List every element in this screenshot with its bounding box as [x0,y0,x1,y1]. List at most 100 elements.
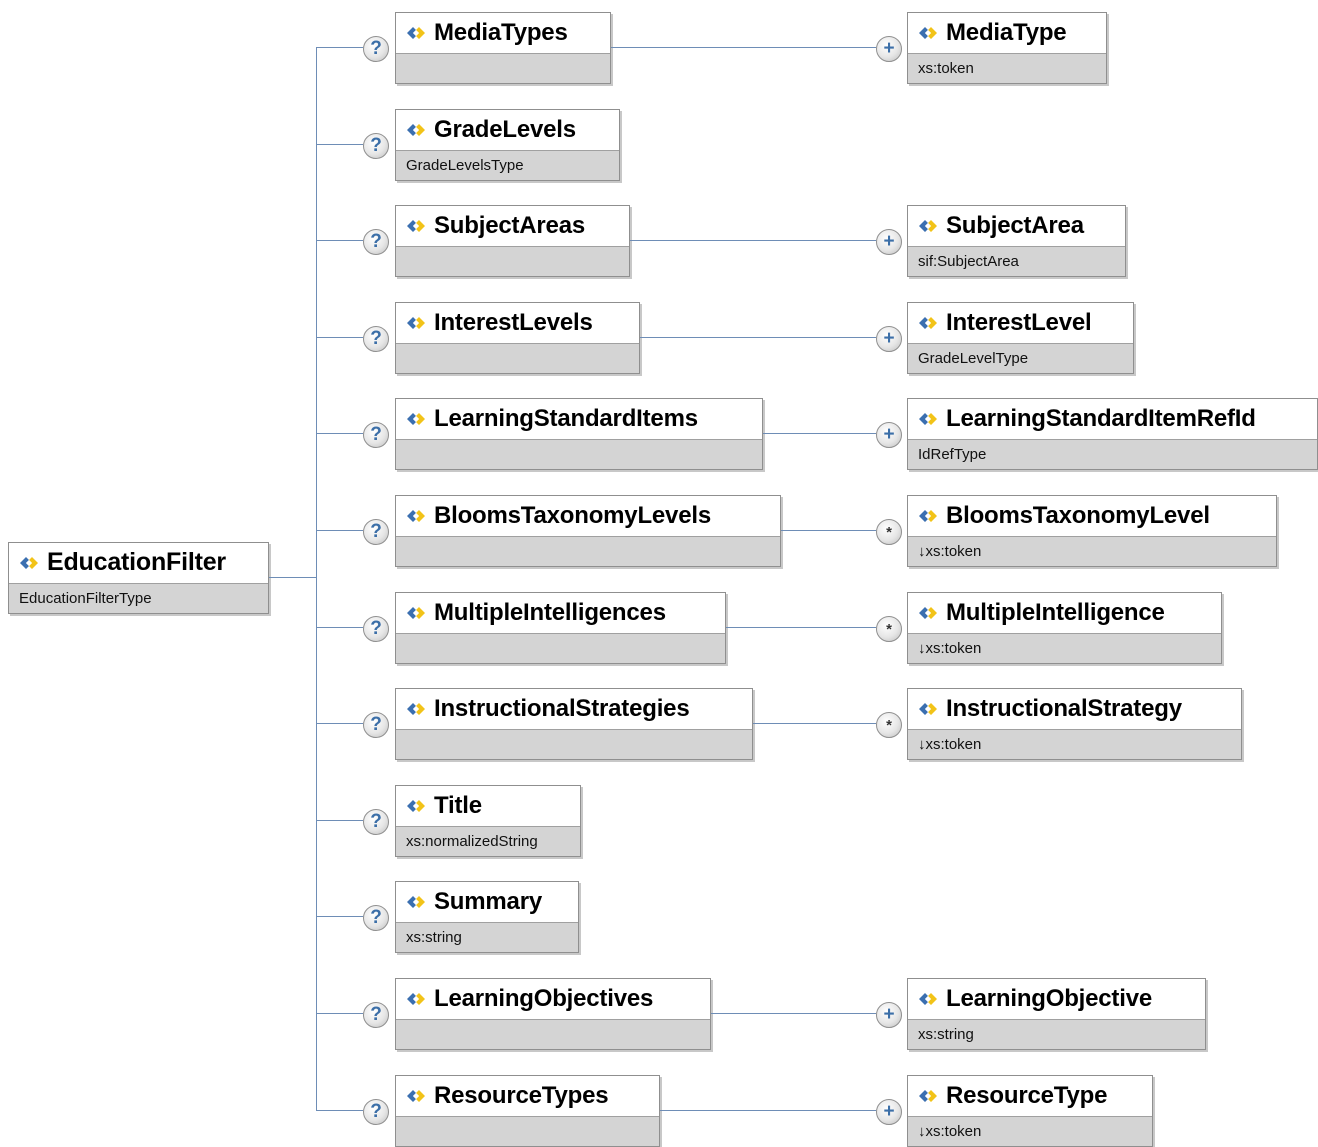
child-element-box[interactable]: MultipleIntelligence ↓xs:token [907,592,1222,664]
question-icon[interactable]: ? [363,229,389,255]
question-icon[interactable]: ? [363,1099,389,1125]
element-name-row: GradeLevels [406,110,613,149]
child-connector [726,627,876,628]
element-box[interactable]: InstructionalStrategies [395,688,753,760]
element-name-row: ResourceTypes [406,1076,653,1115]
element-box[interactable]: LearningObjectives [395,978,711,1050]
branch-connector [316,530,363,531]
child-element-box[interactable]: MediaType xs:token [907,12,1107,84]
element-name-row: BloomsTaxonomyLevels [406,496,774,535]
element-name: BloomsTaxonomyLevel [946,501,1210,529]
plus-icon[interactable]: + [876,422,902,448]
element-box[interactable]: MediaTypes [395,12,611,84]
element-box[interactable]: MultipleIntelligences [395,592,726,664]
star-icon[interactable]: * [876,616,902,642]
question-icon[interactable]: ? [363,326,389,352]
element-box[interactable]: LearningStandardItems [395,398,763,470]
branch-connector [316,433,363,434]
element-type [396,1019,710,1049]
branch-connector [316,47,363,48]
question-icon[interactable]: ? [363,519,389,545]
element-type: xs:token [908,53,1106,83]
child-element-box[interactable]: BloomsTaxonomyLevel ↓xs:token [907,495,1277,567]
element-icon [20,556,38,569]
star-icon[interactable]: * [876,519,902,545]
element-name-row: MediaType [918,13,1100,52]
child-element-box[interactable]: ResourceType ↓xs:token [907,1075,1153,1147]
plus-icon[interactable]: + [876,1002,902,1028]
element-name-row: InstructionalStrategy [918,689,1235,728]
element-icon [407,1089,425,1102]
question-icon[interactable]: ? [363,1002,389,1028]
element-name: LearningObjectives [434,984,654,1012]
child-element-box[interactable]: InterestLevel GradeLevelType [907,302,1134,374]
element-name-row: SubjectAreas [406,206,623,245]
trunk-connector [316,47,317,1111]
element-name-row: MultipleIntelligences [406,593,719,632]
element-type: xs:string [908,1019,1205,1049]
element-type: ↓xs:token [908,633,1221,663]
plus-icon[interactable]: + [876,229,902,255]
question-icon[interactable]: ? [363,616,389,642]
element-name-row: LearningObjectives [406,979,704,1018]
child-connector [781,530,876,531]
element-name: Title [434,791,482,819]
element-name: MediaTypes [434,18,568,46]
element-icon [919,1089,937,1102]
element-name-row: LearningObjective [918,979,1199,1018]
element-name-row: ResourceType [918,1076,1146,1115]
element-type: sif:SubjectArea [908,246,1125,276]
star-icon[interactable]: * [876,712,902,738]
element-box[interactable]: SubjectAreas [395,205,630,277]
branch-connector [316,627,363,628]
element-name: ResourceTypes [434,1081,609,1109]
question-icon[interactable]: ? [363,905,389,931]
element-icon [407,412,425,425]
element-icon [919,702,937,715]
element-name: SubjectAreas [434,211,585,239]
element-box[interactable]: GradeLevels GradeLevelsType [395,109,620,181]
element-icon [407,992,425,1005]
question-icon[interactable]: ? [363,133,389,159]
element-box[interactable]: Title xs:normalizedString [395,785,581,857]
element-name: InterestLevel [946,308,1092,336]
element-type: GradeLevelType [908,343,1133,373]
element-name-row: InstructionalStrategies [406,689,746,728]
element-icon [407,26,425,39]
question-icon[interactable]: ? [363,712,389,738]
element-icon [919,219,937,232]
element-type [396,536,780,566]
element-icon [919,992,937,1005]
child-element-box[interactable]: SubjectArea sif:SubjectArea [907,205,1126,277]
element-name: ResourceType [946,1081,1108,1109]
child-element-box[interactable]: LearningObjective xs:string [907,978,1206,1050]
element-type: ↓xs:token [908,536,1276,566]
element-icon [919,26,937,39]
root-connector [269,577,316,578]
child-element-box[interactable]: InstructionalStrategy ↓xs:token [907,688,1242,760]
plus-icon[interactable]: + [876,36,902,62]
element-type: IdRefType [908,439,1317,469]
element-name: MediaType [946,18,1067,46]
element-name-row: MultipleIntelligence [918,593,1215,632]
question-icon[interactable]: ? [363,809,389,835]
element-name-row: BloomsTaxonomyLevel [918,496,1270,535]
child-element-box[interactable]: LearningStandardItemRefId IdRefType [907,398,1318,470]
question-icon[interactable]: ? [363,36,389,62]
element-name-row: MediaTypes [406,13,604,52]
branch-connector [316,723,363,724]
element-box[interactable]: BloomsTaxonomyLevels [395,495,781,567]
element-icon [919,606,937,619]
element-type [396,246,629,276]
plus-icon[interactable]: + [876,1099,902,1125]
root-element[interactable]: EducationFilter EducationFilterType [8,542,269,614]
element-name-row: EducationFilter [19,543,262,582]
child-connector [763,433,876,434]
element-box[interactable]: Summary xs:string [395,881,579,953]
question-icon[interactable]: ? [363,422,389,448]
element-box[interactable]: ResourceTypes [395,1075,660,1147]
element-name: EducationFilter [47,548,226,576]
element-box[interactable]: InterestLevels [395,302,640,374]
element-name: InstructionalStrategy [946,694,1182,722]
plus-icon[interactable]: + [876,326,902,352]
